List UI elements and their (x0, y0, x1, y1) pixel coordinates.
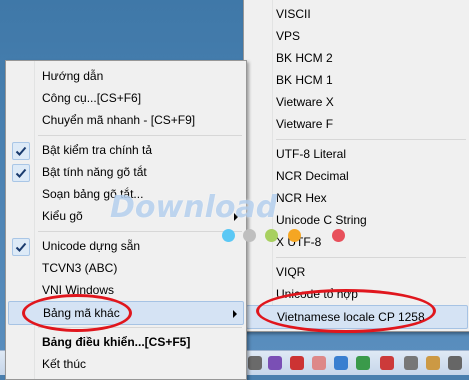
submenu-item-viscii[interactable]: VISCII (246, 3, 468, 25)
highlight-ellipse (22, 294, 132, 332)
submenu-item-ncr-decimal[interactable]: NCR Decimal (246, 165, 468, 187)
watermark-dot (265, 229, 278, 242)
menu-item-label: Unicode dựng sẵn (42, 239, 141, 253)
menu-item-label: Bật kiểm tra chính tả (42, 143, 153, 157)
submenu-item-bkhcm2[interactable]: BK HCM 2 (246, 47, 468, 69)
tray-icon[interactable] (290, 356, 304, 370)
tray-icon[interactable] (334, 356, 348, 370)
menu-item-control-panel[interactable]: Bảng điều khiển...[CS+F5] (8, 331, 244, 353)
submenu-item-utf8-literal[interactable]: UTF-8 Literal (246, 143, 468, 165)
menu-item-label: Bật tính năng gõ tắt (42, 165, 147, 179)
menu-item-label: Kiểu gõ (42, 209, 83, 223)
menu-item-huong-dan[interactable]: Hướng dẫn (8, 65, 244, 87)
tray-icon[interactable] (356, 356, 370, 370)
submenu-item-x-utf8[interactable]: X UTF-8 (246, 231, 468, 253)
checkmark-icon (12, 142, 30, 160)
watermark-dot (288, 229, 301, 242)
submenu-item-label: VIQR (276, 265, 306, 279)
menu-separator (38, 231, 242, 232)
menu-separator (276, 257, 466, 258)
menu-item-label: Hướng dẫn (42, 69, 104, 83)
menu-item-unicode[interactable]: Unicode dựng sẵn (8, 235, 244, 257)
tray-icon[interactable] (380, 356, 394, 370)
submenu-item-label: Vietware X (276, 95, 334, 109)
submenu-item-vietware-x[interactable]: Vietware X (246, 91, 468, 113)
submenu-item-label: NCR Hex (276, 191, 327, 205)
tray-icon[interactable] (248, 356, 262, 370)
submenu-item-label: Unicode C String (276, 213, 367, 227)
watermark-logo: Download (110, 190, 278, 225)
watermark-dot (243, 229, 256, 242)
tray-icon[interactable] (312, 356, 326, 370)
submenu-item-viqr[interactable]: VIQR (246, 261, 468, 283)
menu-item-cong-cu[interactable]: Công cụ...[CS+F6] (8, 87, 244, 109)
checkmark-icon (12, 238, 30, 256)
submenu-item-label: BK HCM 1 (276, 73, 333, 87)
submenu-item-label: VISCII (276, 7, 311, 21)
submenu-item-vietware-f[interactable]: Vietware F (246, 113, 468, 135)
highlight-ellipse (256, 289, 436, 333)
menu-item-label: Công cụ...[CS+F6] (42, 91, 142, 105)
watermark-dot (222, 229, 235, 242)
tray-icon[interactable] (426, 356, 440, 370)
menu-item-tcvn3[interactable]: TCVN3 (ABC) (8, 257, 244, 279)
submenu-item-ncr-hex[interactable]: NCR Hex (246, 187, 468, 209)
menu-separator (276, 139, 466, 140)
watermark-dot (332, 229, 345, 242)
submenu-item-label: BK HCM 2 (276, 51, 333, 65)
submenu-item-label: UTF-8 Literal (276, 147, 347, 161)
submenu-item-label: Vietware F (276, 117, 334, 131)
submenu-item-vps[interactable]: VPS (246, 25, 468, 47)
menu-separator (38, 135, 242, 136)
menu-item-label: Bảng điều khiển...[CS+F5] (42, 335, 191, 349)
submenu-item-label: VPS (276, 29, 301, 43)
checkmark-icon (12, 164, 30, 182)
menu-item-exit[interactable]: Kết thúc (8, 353, 244, 375)
menu-item-label: Kết thúc (42, 357, 87, 371)
submenu-item-unicode-c-string[interactable]: Unicode C String (246, 209, 468, 231)
encoding-submenu: VISCII VPS BK HCM 2 BK HCM 1 Vietware X … (243, 0, 469, 332)
menu-item-label: Chuyển mã nhanh - [CS+F9] (42, 113, 196, 127)
submenu-item-label: NCR Decimal (276, 169, 349, 183)
menu-item-label: TCVN3 (ABC) (42, 261, 118, 275)
menu-item-chuyen-ma-nhanh[interactable]: Chuyển mã nhanh - [CS+F9] (8, 109, 244, 131)
submenu-arrow-icon (233, 310, 237, 318)
tray-icon[interactable] (268, 356, 282, 370)
menu-item-spell-check[interactable]: Bật kiểm tra chính tả (8, 139, 244, 161)
submenu-item-bkhcm1[interactable]: BK HCM 1 (246, 69, 468, 91)
tray-icon[interactable] (404, 356, 418, 370)
tray-icon[interactable] (448, 356, 462, 370)
menu-item-macro[interactable]: Bật tính năng gõ tắt (8, 161, 244, 183)
